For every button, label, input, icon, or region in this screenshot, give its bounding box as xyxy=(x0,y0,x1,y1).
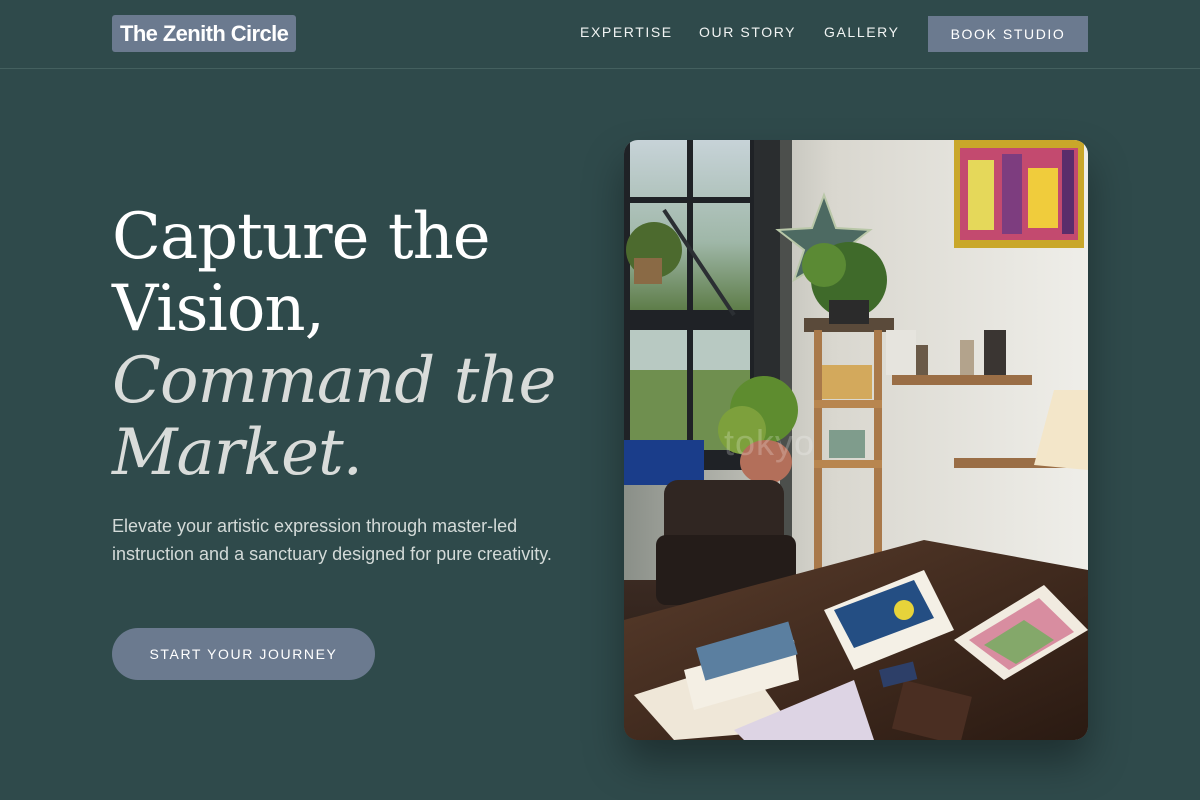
start-journey-button[interactable]: START YOUR JOURNEY xyxy=(112,628,375,680)
site-logo[interactable]: The Zenith Circle xyxy=(112,15,297,52)
headline-line-1: Capture the xyxy=(112,200,491,274)
nav-link-gallery[interactable]: GALLERY xyxy=(824,24,900,40)
headline-line-3: Command the xyxy=(112,344,556,418)
nav-link-our-story[interactable]: OUR STORY xyxy=(699,24,796,40)
studio-photo: tokyo xyxy=(624,140,1088,740)
book-studio-button[interactable]: BOOK STUDIO xyxy=(928,16,1088,52)
studio-illustration xyxy=(624,140,1088,740)
site-header: The Zenith Circle EXPERTISE OUR STORY GA… xyxy=(0,0,1200,69)
photo-watermark: tokyo xyxy=(724,422,816,463)
hero-headline: Capture the Vision, Command the Market. xyxy=(112,201,592,489)
nav-link-expertise[interactable]: EXPERTISE xyxy=(580,24,673,40)
hero-subcopy: Elevate your artistic expression through… xyxy=(112,516,552,564)
headline-line-4: Market. xyxy=(112,416,363,490)
headline-line-2: Vision, xyxy=(112,272,325,346)
